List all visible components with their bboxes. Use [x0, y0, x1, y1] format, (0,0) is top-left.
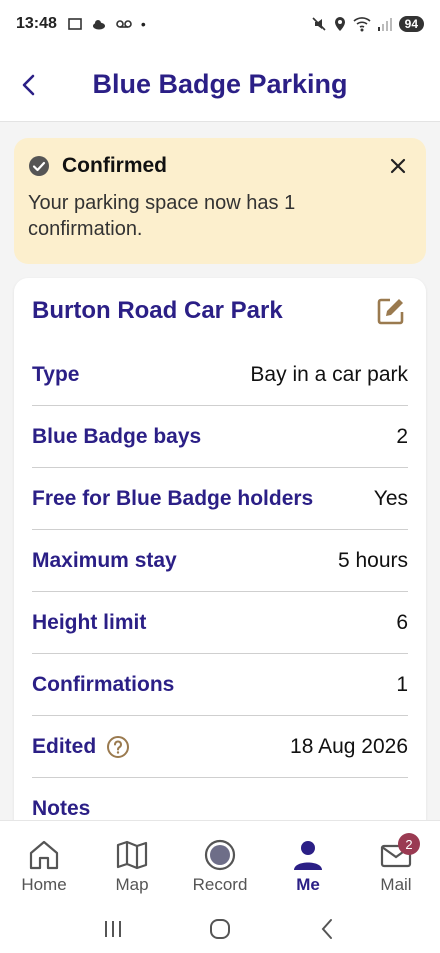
detail-value: 5 hours: [337, 548, 408, 572]
system-back-button[interactable]: [309, 911, 345, 947]
record-icon: [204, 839, 236, 871]
screenshot-icon: [68, 18, 82, 30]
cloud-icon: [92, 20, 105, 30]
page-title: Blue Badge Parking: [92, 69, 348, 99]
status-bar: 13:48 • 94: [0, 0, 440, 48]
detail-row-bays: Blue Badge bays 2: [32, 406, 408, 468]
nav-label: Record: [192, 875, 248, 894]
map-icon: [116, 840, 148, 870]
nav-me[interactable]: Me: [264, 821, 352, 904]
edit-button[interactable]: [374, 294, 408, 328]
detail-value: 2: [396, 424, 408, 448]
home-circle-icon: [209, 918, 230, 939]
nav-label: Me: [296, 875, 320, 894]
nav-label: Map: [115, 875, 149, 894]
parking-details-card: Burton Road Car Park Type Bay in a car p…: [14, 278, 426, 838]
detail-key: Edited: [32, 734, 97, 758]
nav-home[interactable]: Home: [0, 821, 88, 904]
chevron-left-icon: [321, 918, 332, 939]
location-icon: [334, 17, 345, 31]
nav-label: Mail: [380, 875, 412, 894]
detail-row-edited: Edited 18 Aug 2026: [32, 716, 408, 778]
bottom-navigation: Home Map Record Me 2 Mail: [0, 820, 440, 904]
home-system-button[interactable]: [202, 911, 238, 947]
mail-badge: 2: [398, 833, 420, 855]
detail-row-free: Free for Blue Badge holders Yes: [32, 468, 408, 530]
wifi-icon: [353, 17, 371, 32]
detail-key: Height limit: [32, 610, 147, 634]
detail-value: Yes: [373, 486, 408, 510]
nav-record[interactable]: Record: [176, 821, 264, 904]
signal-icon: [377, 18, 392, 31]
banner-title: Confirmed: [62, 154, 167, 177]
detail-key: Free for Blue Badge holders: [32, 486, 314, 510]
car-park-name: Burton Road Car Park: [32, 297, 283, 324]
nav-label: Home: [21, 875, 67, 894]
person-icon: [294, 841, 322, 870]
detail-key: Confirmations: [32, 672, 175, 696]
detail-row-height-limit: Height limit 6: [32, 592, 408, 654]
mute-icon: [312, 17, 326, 31]
recent-apps-icon: [105, 920, 122, 937]
detail-key: Maximum stay: [32, 548, 177, 572]
back-arrow-icon: [22, 74, 35, 95]
system-navigation: [0, 904, 440, 953]
detail-key: Blue Badge bays: [32, 424, 202, 448]
voicemail-icon: [116, 20, 132, 28]
banner-message: Your parking space now has 1 confirmatio…: [28, 192, 296, 240]
nav-map[interactable]: Map: [88, 821, 176, 904]
detail-row-max-stay: Maximum stay 5 hours: [32, 530, 408, 592]
close-icon: [390, 158, 406, 174]
detail-value: 1: [396, 672, 408, 696]
detail-value: 18 Aug 2026: [290, 734, 408, 758]
help-icon: [107, 735, 130, 758]
detail-value: 6: [396, 610, 408, 634]
confirmation-banner: Confirmed Your parking space now has 1 c…: [14, 138, 426, 264]
status-time: 13:48: [16, 15, 57, 32]
detail-row-type: Type Bay in a car park: [32, 344, 408, 406]
help-button[interactable]: [106, 735, 130, 759]
home-icon: [29, 840, 59, 870]
detail-key: Notes: [32, 797, 91, 820]
detail-key: Type: [32, 362, 80, 386]
close-banner-button[interactable]: [384, 152, 412, 180]
edit-icon: [377, 298, 404, 325]
detail-value: Bay in a car park: [250, 362, 408, 386]
nav-mail[interactable]: 2 Mail: [352, 821, 440, 904]
recent-apps-button[interactable]: [95, 911, 131, 947]
dot-icon: •: [140, 16, 146, 32]
app-bar: Blue Badge Parking: [0, 48, 440, 122]
back-button[interactable]: [4, 60, 54, 110]
battery-level: 94: [398, 16, 424, 32]
check-circle-icon: [29, 156, 49, 176]
detail-row-confirmations: Confirmations 1: [32, 654, 408, 716]
